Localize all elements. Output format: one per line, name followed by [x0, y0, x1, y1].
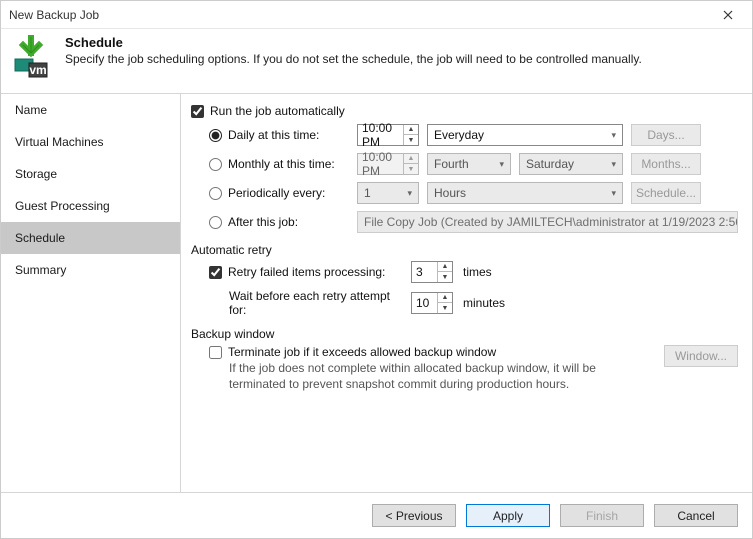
periodic-unit-combo: Hours ▾ — [427, 182, 623, 204]
daily-time-value: 10:00 PM — [358, 121, 403, 149]
wait-value: 10 — [412, 296, 437, 310]
terminate-checkbox[interactable] — [209, 346, 222, 359]
retry-count-value: 3 — [412, 265, 437, 279]
close-button[interactable] — [712, 5, 744, 25]
after-job-value: File Copy Job (Created by JAMILTECH\admi… — [364, 215, 738, 229]
wizard-icon: vm — [11, 35, 51, 79]
retry-unit: times — [463, 265, 492, 279]
automatic-retry-section: Automatic retry — [191, 243, 738, 257]
chevron-down-icon: ▾ — [611, 188, 616, 199]
spin-up-icon[interactable]: ▲ — [404, 125, 418, 135]
window-button: Window... — [664, 345, 738, 367]
sidebar-item-schedule[interactable]: Schedule — [1, 222, 180, 254]
sidebar-item-name[interactable]: Name — [1, 94, 180, 126]
periodic-unit-value: Hours — [434, 186, 466, 200]
backup-window-section: Backup window — [191, 327, 738, 341]
sidebar-item-summary[interactable]: Summary — [1, 254, 180, 286]
finish-button: Finish — [560, 504, 644, 527]
after-job-field: File Copy Job (Created by JAMILTECH\admi… — [357, 211, 738, 233]
wizard-footer: < Previous Apply Finish Cancel — [1, 492, 752, 538]
monthly-ordinal-combo: Fourth ▾ — [427, 153, 511, 175]
terminate-hint: If the job does not complete within allo… — [229, 361, 629, 392]
close-icon — [723, 10, 733, 20]
monthly-time-value: 10:00 PM — [358, 150, 403, 178]
chevron-down-icon: ▾ — [611, 130, 616, 141]
after-job-radio[interactable] — [209, 216, 222, 229]
apply-button[interactable]: Apply — [466, 504, 550, 527]
page-subtitle: Specify the job scheduling options. If y… — [65, 52, 642, 66]
daily-time-spinner[interactable]: 10:00 PM ▲▼ — [357, 124, 419, 146]
monthly-label: Monthly at this time: — [228, 157, 335, 171]
sidebar-item-virtual-machines[interactable]: Virtual Machines — [1, 126, 180, 158]
run-automatically-checkbox[interactable] — [191, 105, 204, 118]
months-button: Months... — [631, 153, 701, 175]
monthly-day-value: Saturday — [526, 157, 574, 171]
periodically-label: Periodically every: — [228, 186, 325, 200]
wait-unit: minutes — [463, 296, 505, 310]
spin-up-icon[interactable]: ▲ — [438, 293, 452, 303]
after-job-label: After this job: — [228, 215, 298, 229]
daily-days-combo[interactable]: Everyday ▾ — [427, 124, 623, 146]
retry-checkbox[interactable] — [209, 266, 222, 279]
monthly-time-spinner: 10:00 PM ▲▼ — [357, 153, 419, 175]
days-button: Days... — [631, 124, 701, 146]
monthly-radio[interactable] — [209, 158, 222, 171]
spin-up-icon: ▲ — [404, 154, 418, 164]
wizard-body: Name Virtual Machines Storage Guest Proc… — [1, 93, 752, 492]
daily-days-value: Everyday — [434, 128, 484, 142]
retry-count-spinner[interactable]: 3 ▲▼ — [411, 261, 453, 283]
monthly-ordinal-value: Fourth — [434, 157, 469, 171]
wait-label: Wait before each retry attempt for: — [209, 289, 405, 317]
page-title: Schedule — [65, 35, 642, 50]
run-automatically-label: Run the job automatically — [210, 104, 345, 118]
retry-label: Retry failed items processing: — [228, 265, 385, 279]
previous-button[interactable]: < Previous — [372, 504, 456, 527]
spin-down-icon[interactable]: ▼ — [438, 303, 452, 313]
spin-up-icon[interactable]: ▲ — [438, 262, 452, 272]
schedule-button: Schedule... — [631, 182, 701, 204]
wait-value-spinner[interactable]: 10 ▲▼ — [411, 292, 453, 314]
svg-text:vm: vm — [29, 63, 46, 77]
sidebar-item-guest-processing[interactable]: Guest Processing — [1, 190, 180, 222]
daily-label: Daily at this time: — [228, 128, 319, 142]
monthly-day-combo: Saturday ▾ — [519, 153, 623, 175]
chevron-down-icon: ▾ — [499, 159, 504, 170]
terminate-label: Terminate job if it exceeds allowed back… — [228, 345, 496, 359]
content-panel: Run the job automatically Daily at this … — [181, 94, 752, 492]
spin-down-icon[interactable]: ▼ — [404, 135, 418, 145]
chevron-down-icon: ▾ — [407, 188, 412, 199]
header: vm Schedule Specify the job scheduling o… — [1, 29, 752, 93]
cancel-button[interactable]: Cancel — [654, 504, 738, 527]
spin-down-icon: ▼ — [404, 164, 418, 174]
periodic-value: 1 — [364, 186, 371, 200]
periodically-radio[interactable] — [209, 187, 222, 200]
titlebar: New Backup Job — [1, 1, 752, 29]
window-title: New Backup Job — [9, 8, 712, 22]
sidebar-item-storage[interactable]: Storage — [1, 158, 180, 190]
periodic-value-combo: 1 ▾ — [357, 182, 419, 204]
wizard-sidebar: Name Virtual Machines Storage Guest Proc… — [1, 94, 181, 492]
chevron-down-icon: ▾ — [611, 159, 616, 170]
spin-down-icon[interactable]: ▼ — [438, 272, 452, 282]
daily-radio[interactable] — [209, 129, 222, 142]
